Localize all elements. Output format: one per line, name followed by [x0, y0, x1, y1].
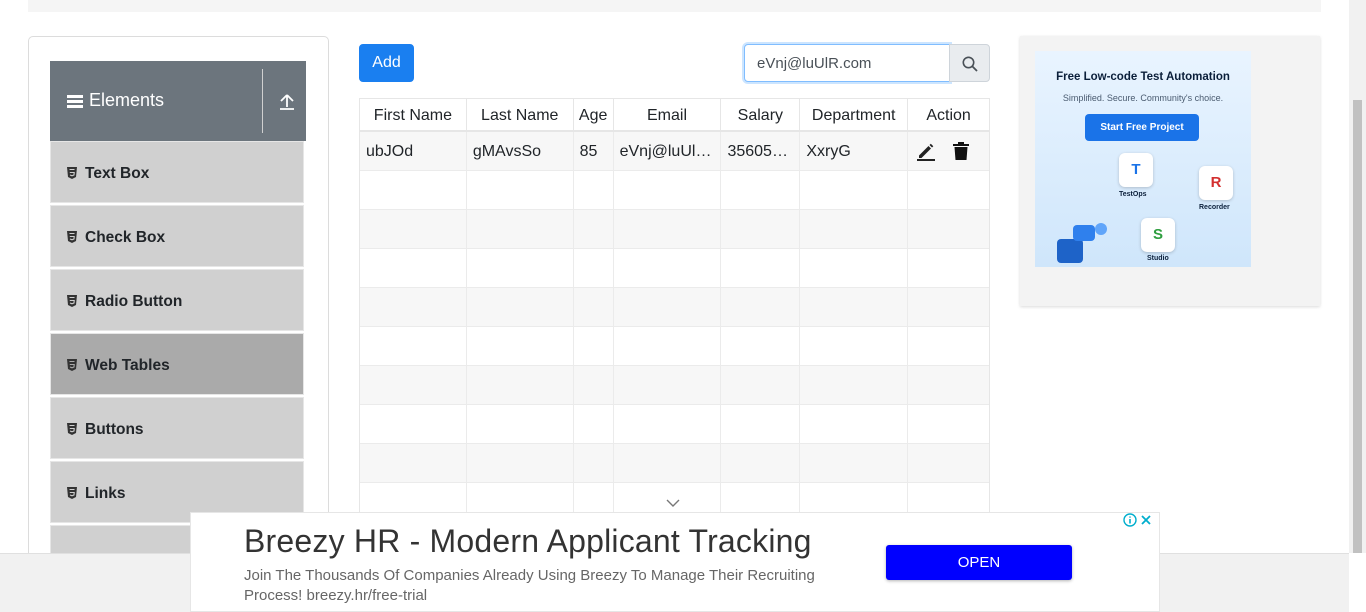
- tile-label: Studio: [1147, 255, 1169, 262]
- table-row-empty: [360, 405, 989, 444]
- ad-headline: Free Low-code Test Automation: [1056, 71, 1230, 83]
- ad-subline: Simplified. Secure. Community's choice.: [1062, 93, 1224, 103]
- testops-logo-icon: T: [1119, 153, 1153, 187]
- table-row-empty: [360, 288, 989, 327]
- bottom-ad[interactable]: Breezy HR - Modern Applicant Tracking Jo…: [190, 512, 1160, 612]
- column-header-department[interactable]: Department: [800, 99, 909, 130]
- html5-icon: [67, 231, 77, 243]
- delete-trash-icon[interactable]: [952, 141, 970, 161]
- html5-icon: [67, 423, 77, 435]
- table-row-empty: [360, 366, 989, 405]
- search-input[interactable]: [744, 44, 950, 82]
- ad-title[interactable]: Breezy HR - Modern Applicant Tracking: [244, 523, 812, 560]
- column-header-age[interactable]: Age: [574, 99, 614, 130]
- sidebar-item-label: Links: [85, 485, 126, 502]
- add-button[interactable]: Add: [359, 44, 414, 82]
- sidebar-item-label: Web Tables: [85, 357, 170, 374]
- sidebar-item-label: Text Box: [85, 165, 150, 182]
- top-ad-banner: [28, 0, 1321, 12]
- web-table: First Name Last Name Age Email Salary De…: [359, 98, 990, 518]
- sidebar-item-web-tables[interactable]: Web Tables: [50, 333, 304, 395]
- info-icon[interactable]: [1123, 513, 1137, 527]
- hamburger-icon: [67, 95, 83, 108]
- sidebar-item-check-box[interactable]: Check Box: [50, 205, 304, 267]
- cell-age: 85: [574, 132, 614, 170]
- cell-email: eVnj@luUlR.com: [614, 132, 722, 170]
- page-scrollbar[interactable]: [1349, 0, 1366, 553]
- table-row-empty: [360, 210, 989, 249]
- cell-first-name: ubJOd: [360, 132, 467, 170]
- ad-creative[interactable]: Free Low-code Test Automation Simplified…: [1035, 51, 1251, 267]
- table-header: First Name Last Name Age Email Salary De…: [360, 99, 989, 132]
- column-header-action: Action: [926, 107, 971, 124]
- sidebar-item-radio-button[interactable]: Radio Button: [50, 269, 304, 331]
- search-button[interactable]: [949, 44, 990, 82]
- table-row-empty: [360, 327, 989, 366]
- tile-label: Recorder: [1199, 204, 1230, 211]
- table-row-empty: [360, 249, 989, 288]
- cell-salary: 35605663: [721, 132, 801, 170]
- html5-icon: [67, 359, 77, 371]
- column-header-last-name[interactable]: Last Name: [467, 99, 574, 130]
- ad-choices[interactable]: [1123, 513, 1153, 527]
- ad-description: Join The Thousands Of Companies Already …: [244, 567, 815, 604]
- ad-open-button[interactable]: OPEN: [886, 545, 1072, 580]
- elements-menu: Text Box Check Box Radio Button Web Tabl…: [50, 141, 304, 575]
- table-row-empty: [360, 171, 989, 210]
- robot-arm-icon: [1057, 223, 1107, 263]
- html5-icon: [67, 487, 77, 499]
- left-sidebar: Elements Text Box Check Box Radio Button…: [28, 36, 329, 576]
- close-icon[interactable]: [1139, 513, 1153, 527]
- table-row-empty: [360, 444, 989, 483]
- collapse-up-icon[interactable]: [278, 93, 296, 111]
- cell-action: [908, 132, 989, 170]
- header-divider: [262, 69, 263, 133]
- search-icon: [962, 56, 978, 72]
- column-header-first-name[interactable]: First Name: [360, 99, 467, 130]
- column-header-email[interactable]: Email: [614, 99, 722, 130]
- column-header-salary[interactable]: Salary: [721, 99, 801, 130]
- cell-last-name: gMAvsSo: [467, 132, 574, 170]
- recorder-logo-icon: R: [1199, 166, 1233, 200]
- html5-icon: [67, 295, 77, 307]
- ad-start-button[interactable]: Start Free Project: [1085, 114, 1199, 141]
- chevron-down-icon[interactable]: [665, 498, 681, 508]
- sidebar-item-label: Buttons: [85, 421, 144, 438]
- scrollbar-thumb[interactable]: [1353, 100, 1362, 553]
- group-title: Elements: [89, 90, 165, 110]
- html5-icon: [67, 167, 77, 179]
- sidebar-item-label: Radio Button: [85, 293, 183, 310]
- sidebar-item-label: Check Box: [85, 229, 166, 246]
- tile-label: TestOps: [1119, 191, 1147, 198]
- edit-pencil-icon[interactable]: [916, 141, 936, 161]
- right-ad[interactable]: Free Low-code Test Automation Simplified…: [1020, 36, 1320, 306]
- cell-department: XxryG: [800, 132, 909, 170]
- search-box: [744, 44, 990, 82]
- table-row: ubJOd gMAvsSo 85 eVnj@luUlR.com 35605663…: [360, 132, 989, 171]
- elements-group-header[interactable]: Elements: [50, 61, 306, 141]
- sidebar-item-text-box[interactable]: Text Box: [50, 141, 304, 203]
- studio-logo-icon: S: [1141, 218, 1175, 252]
- sidebar-item-buttons[interactable]: Buttons: [50, 397, 304, 459]
